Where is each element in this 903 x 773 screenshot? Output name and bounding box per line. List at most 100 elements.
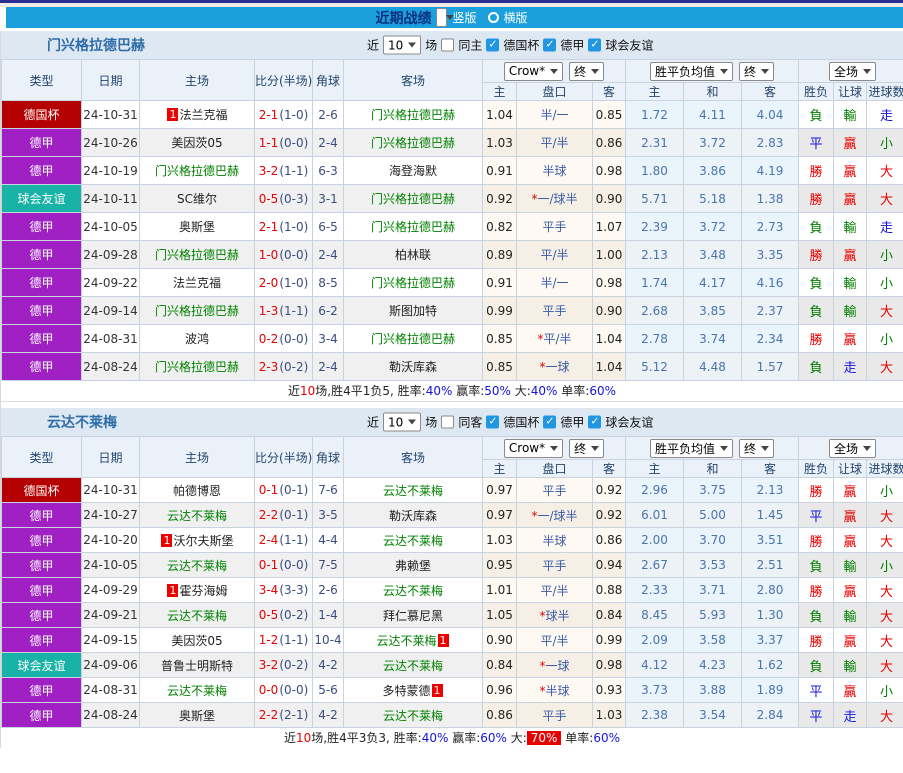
odds-home-cell: 0.95 [482,552,517,578]
avg-away-cell: 2.84 [741,702,800,728]
result-goals-cell: 大 [866,352,903,381]
league-checkbox[interactable] [543,38,557,52]
home-team-cell: 奥斯堡 [139,212,255,241]
halftime-score: (2-1) [279,708,309,722]
avg-select[interactable]: 胜平负均值 [650,438,734,458]
league-cell: 德甲 [1,502,82,528]
result-wdl-cell: 負 [798,602,835,628]
cup-label[interactable]: 德国杯 [503,37,539,54]
odds-away-cell: 0.93 [591,677,627,703]
recent-count-select[interactable]: 10 [383,412,422,432]
result-wdl-cell: 負 [798,552,835,578]
avg-home-cell: 2.33 [625,577,685,603]
friendly-checkbox[interactable] [588,415,602,429]
team-name: 帕德博恩 [172,483,221,498]
away-team-cell: 云达不莱梅 1 [343,627,483,653]
friendly-label[interactable]: 球会友谊 [605,414,653,431]
cup-label[interactable]: 德国杯 [503,414,539,431]
team-name: 云达不莱梅 [166,608,227,623]
league-checkbox[interactable] [543,415,557,429]
league-label[interactable]: 德甲 [560,37,584,54]
odds-home-cell: 1.03 [482,527,517,553]
score-cell: 0-1(0-0) [254,552,313,578]
halftime-score: (0-0) [279,331,309,346]
match-row: 德甲 24-09-21 云达不莱梅 0-5(0-2) 1-4 拜仁慕尼黑 1.05 *球半 0.… [1,602,903,628]
scope-select[interactable]: 全场 [829,438,877,458]
handicap-text: 平/半 [540,633,569,648]
same-venue-label[interactable]: 同主 [458,37,482,54]
result-goals-cell: 小 [866,268,903,297]
vertical-layout-radio[interactable] [436,8,448,27]
handicap-text: 平手 [542,558,567,573]
odds-home-cell: 0.86 [482,702,517,728]
result-wdl-cell: 負 [798,100,835,129]
avg-final-select[interactable]: 终 [739,438,775,458]
team-name: 波鸿 [184,332,209,346]
away-team-cell: 门兴格拉德巴赫 [343,128,483,157]
result-handicap-cell: 贏 [833,502,868,528]
result-goals-cell: 大 [866,702,903,728]
avg-home-cell: 2.09 [625,627,685,653]
result-wdl-cell: 負 [798,652,835,678]
filter-bar: 近 10 场 同客 德国杯 德甲 球会友谊 [367,412,653,432]
result-wdl-cell: 負 [798,296,835,325]
league-cell: 球会友谊 [1,184,82,213]
same-venue-checkbox[interactable] [441,415,455,429]
match-row: 德甲 24-09-14 门兴格拉德巴赫 1-3(1-1) 6-2 斯图加特 0.99 平手 0.… [1,296,903,325]
fulltime-score: 1-1 [258,135,279,150]
sub-handicap: 盘口 [516,82,593,101]
avg-away-cell: 4.19 [741,156,800,185]
date-cell: 24-08-24 [81,352,140,381]
odds-final-select[interactable]: 终 [569,438,605,458]
fulltime-score: 3-2 [258,163,279,178]
result-wdl-cell: 平 [798,502,835,528]
team-name: 霍芬海姆 [179,583,228,598]
league-label[interactable]: 德甲 [560,414,584,431]
league-cell: 德国杯 [1,100,82,129]
foot-win-rate: 40% [425,384,453,398]
friendly-label[interactable]: 球会友谊 [605,37,653,54]
score-cell: 0-5(0-2) [254,602,313,628]
result-handicap-cell: 走 [833,352,868,381]
scope-select[interactable]: 全场 [829,61,877,81]
handicap-text: 半/一 [540,276,569,290]
foot-single-rate: 60% [589,384,616,398]
same-venue-checkbox[interactable] [441,38,455,52]
horizontal-layout-radio[interactable] [487,12,499,23]
result-goals-cell: 大 [866,652,903,678]
home-team-cell: 门兴格拉德巴赫 [139,240,255,269]
corner-cell: 2-6 [312,100,344,129]
home-team-cell: 美因茨05 [139,128,255,157]
avg-final-select[interactable]: 终 [739,61,775,81]
handicap-text: 平手 [542,483,567,498]
recent-count-select[interactable]: 10 [383,35,422,55]
horizontal-layout-label[interactable]: 横版 [504,9,528,26]
odds-home-cell: 0.89 [482,240,517,269]
cup-checkbox[interactable] [486,415,500,429]
cup-checkbox[interactable] [486,38,500,52]
corner-cell: 5-6 [312,677,344,703]
score-cell: 2-1(1-0) [254,100,313,129]
result-goals-cell: 大 [866,502,903,528]
result-handicap-cell: 贏 [833,184,868,213]
halftime-score: (1-1) [279,633,309,647]
odds-final-select[interactable]: 终 [569,61,605,81]
handicap-cell: 平手 [516,212,593,241]
near-label: 近 [367,38,380,53]
odds-home-cell: 0.97 [482,502,517,528]
avg-select[interactable]: 胜平负均值 [650,61,734,81]
home-team-cell: 1 法兰克福 [139,100,255,129]
friendly-checkbox[interactable] [588,38,602,52]
sub-result-goals: 进球数 [866,82,903,101]
odds-away-cell: 0.98 [591,156,627,185]
recent-count-value: 10 [388,415,404,429]
same-venue-label[interactable]: 同客 [458,414,482,431]
odds-company-select[interactable]: Crow* [503,61,564,81]
odds-company-select[interactable]: Crow* [503,438,564,458]
score-cell: 3-4(3-3) [254,577,313,603]
away-team-cell: 云达不莱梅 [343,577,483,603]
odds-home-cell: 0.92 [482,184,517,213]
result-handicap-cell: 贏 [833,128,868,157]
avg-draw-cell: 5.00 [683,502,743,528]
vertical-layout-label[interactable]: 竖版 [452,9,476,26]
